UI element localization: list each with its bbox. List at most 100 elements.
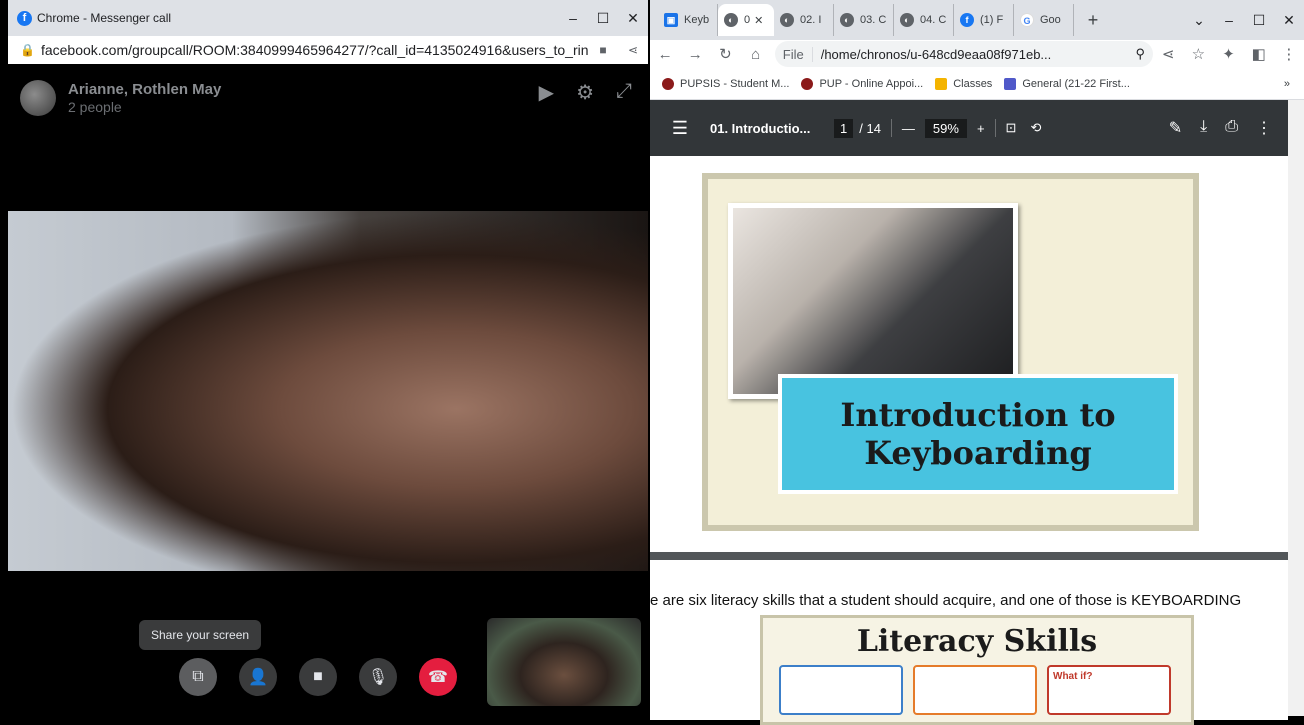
tab-3[interactable]: ◐ 02. I [774, 4, 834, 36]
participant-names: Arianne, Rothlen May [68, 81, 222, 98]
star-icon[interactable]: ☆ [1183, 45, 1213, 63]
slide-literacy-skills: Literacy Skills What if? [760, 615, 1194, 725]
url-text[interactable]: facebook.com/groupcall/ROOM:384099946596… [41, 42, 588, 58]
pen-icon[interactable]: ✎ [1169, 118, 1182, 138]
bookmark-general[interactable]: General (21-22 First... [1004, 77, 1130, 90]
tab-favicon: ◐ [900, 13, 914, 27]
video-icon[interactable]: ▶ [539, 80, 554, 105]
call-header-icons: ▶ ⚙ ⤢ [539, 80, 632, 105]
gear-icon[interactable]: ⚙ [576, 80, 594, 105]
new-tab-button[interactable]: + [1078, 10, 1108, 31]
avatar [20, 80, 56, 116]
tab-close-icon[interactable]: ✕ [754, 14, 763, 27]
self-video[interactable] [487, 618, 641, 706]
fullscreen-icon[interactable]: ⤢ [616, 80, 632, 105]
more-bookmarks-icon[interactable]: » [1284, 78, 1290, 90]
skill-card [913, 665, 1037, 715]
rotate-icon[interactable]: ⟲ [1030, 120, 1041, 136]
tab-1[interactable]: ▣ Keyb [658, 4, 718, 36]
pdf-title: 01. Introductio... [710, 120, 811, 136]
left-title-bar: f Chrome - Messenger call – ☐ ✕ [8, 0, 648, 36]
pdf-page-2: e are six literacy skills that a student… [650, 560, 1288, 725]
maximize-icon[interactable]: ☐ [588, 10, 618, 27]
zoom-input[interactable]: 59% [924, 118, 967, 138]
chrome-pdf-window: ▣ Keyb ◐ 0 ✕ ◐ 02. I ◐ 03. C ◐ 04. C f (… [650, 0, 1304, 725]
zoom-out-icon[interactable]: — [902, 121, 915, 136]
call-header: Arianne, Rothlen May 2 people [20, 80, 221, 116]
extensions-icon[interactable]: ✦ [1213, 45, 1243, 63]
microphone-button[interactable]: 🎙 [359, 658, 397, 696]
hamburger-icon[interactable]: ☰ [660, 118, 700, 139]
close-icon[interactable]: ✕ [618, 10, 648, 27]
tab-favicon: ◐ [724, 13, 738, 27]
tab-4[interactable]: ◐ 03. C [834, 4, 894, 36]
bookmark-classes[interactable]: Classes [935, 77, 992, 90]
pdf-page-1: Introduction to Keyboarding [650, 156, 1288, 552]
download-icon[interactable]: ⤓ [1200, 118, 1207, 138]
share-icon[interactable]: ⋖ [1153, 45, 1183, 63]
slide-title-line-1: Introduction to [840, 395, 1116, 434]
pup-logo-icon [801, 77, 814, 90]
google-icon: G [1020, 13, 1034, 27]
close-icon[interactable]: ✕ [1274, 12, 1304, 29]
menu-icon[interactable]: ⋮ [1274, 45, 1304, 63]
forward-icon[interactable]: → [680, 46, 710, 63]
pdf-toolbar: ☰ 01. Introductio... 1 / 14 — 59% + ⊡ ⟲ … [650, 100, 1288, 156]
camera-icon[interactable]: ■ [588, 43, 618, 57]
end-call-button[interactable]: ☎ [419, 658, 457, 696]
pdf-viewport[interactable]: Introduction to Keyboarding e are six li… [650, 156, 1288, 725]
skill-card [779, 665, 903, 715]
tab-7[interactable]: G Goo [1014, 4, 1074, 36]
call-controls: ⧉ 👤 ■ 🎙 ☎ [179, 658, 457, 696]
left-url-bar[interactable]: 🔒 facebook.com/groupcall/ROOM:3840999465… [8, 36, 648, 64]
teams-icon [1004, 77, 1017, 90]
reload-icon[interactable]: ↻ [710, 45, 740, 63]
tab-search-icon[interactable]: ⌄ [1184, 12, 1214, 29]
card-label: What if? [1053, 671, 1093, 682]
add-person-button[interactable]: 👤 [239, 658, 277, 696]
bookmarks-bar: PUPSIS - Student M... PUP - Online Appoi… [650, 68, 1304, 100]
slide2-title: Literacy Skills [856, 624, 1098, 659]
maximize-icon[interactable]: ☐ [1244, 12, 1274, 29]
facebook-icon: f [960, 13, 974, 27]
minimize-icon[interactable]: – [558, 10, 588, 26]
keyboard-photo [728, 203, 1018, 399]
home-icon[interactable]: ⌂ [741, 46, 771, 63]
remote-video [8, 211, 648, 571]
tab-strip: ▣ Keyb ◐ 0 ✕ ◐ 02. I ◐ 03. C ◐ 04. C f (… [650, 0, 1304, 40]
participant-count: 2 people [68, 99, 122, 115]
bookmark-pupsis[interactable]: PUPSIS - Student M... [662, 77, 789, 90]
zoom-icon[interactable]: ⚲ [1136, 46, 1146, 62]
bookmark-pup-appointment[interactable]: PUP - Online Appoi... [801, 77, 923, 90]
tab-5[interactable]: ◐ 04. C [894, 4, 954, 36]
print-icon[interactable]: ⎙ [1225, 118, 1238, 138]
messenger-call-window: f Chrome - Messenger call – ☐ ✕ 🔒 facebo… [8, 0, 648, 716]
page-body-text: e are six literacy skills that a student… [650, 592, 1242, 609]
share-screen-tooltip: Share your screen [139, 620, 262, 650]
address-bar[interactable]: File /home/chronos/u-648cd9eaa08f971eb..… [774, 41, 1154, 67]
address-text[interactable]: /home/chronos/u-648cd9eaa08f971eb... [821, 47, 1136, 62]
page-number-input[interactable]: 1 [834, 118, 854, 138]
slide-title-line-2: Keyboarding [864, 434, 1092, 472]
zoom-in-icon[interactable]: + [977, 121, 985, 136]
slide-intro: Introduction to Keyboarding [702, 173, 1199, 531]
tab-6[interactable]: f (1) F [954, 4, 1014, 36]
back-icon[interactable]: ← [650, 46, 680, 63]
scrollbar[interactable] [1288, 100, 1304, 716]
minimize-icon[interactable]: – [1214, 12, 1244, 29]
lock-icon: 🔒 [20, 43, 35, 57]
share-icon[interactable]: ⋖ [618, 43, 648, 57]
slide-banner: Introduction to Keyboarding [778, 374, 1178, 494]
share-screen-button[interactable]: ⧉ [179, 658, 217, 696]
page-total: / 14 [859, 120, 881, 136]
more-icon[interactable]: ⋮ [1256, 118, 1272, 138]
fit-page-icon[interactable]: ⊡ [1006, 120, 1017, 136]
tab-favicon: ◐ [780, 13, 794, 27]
tab-favicon: ▣ [664, 13, 678, 27]
skill-card: What if? [1047, 665, 1171, 715]
tab-favicon: ◐ [840, 13, 854, 27]
camera-toggle-button[interactable]: ■ [299, 658, 337, 696]
sidepanel-icon[interactable]: ◧ [1244, 45, 1274, 63]
tab-2-active[interactable]: ◐ 0 ✕ [718, 4, 774, 36]
file-label: File [783, 46, 813, 62]
